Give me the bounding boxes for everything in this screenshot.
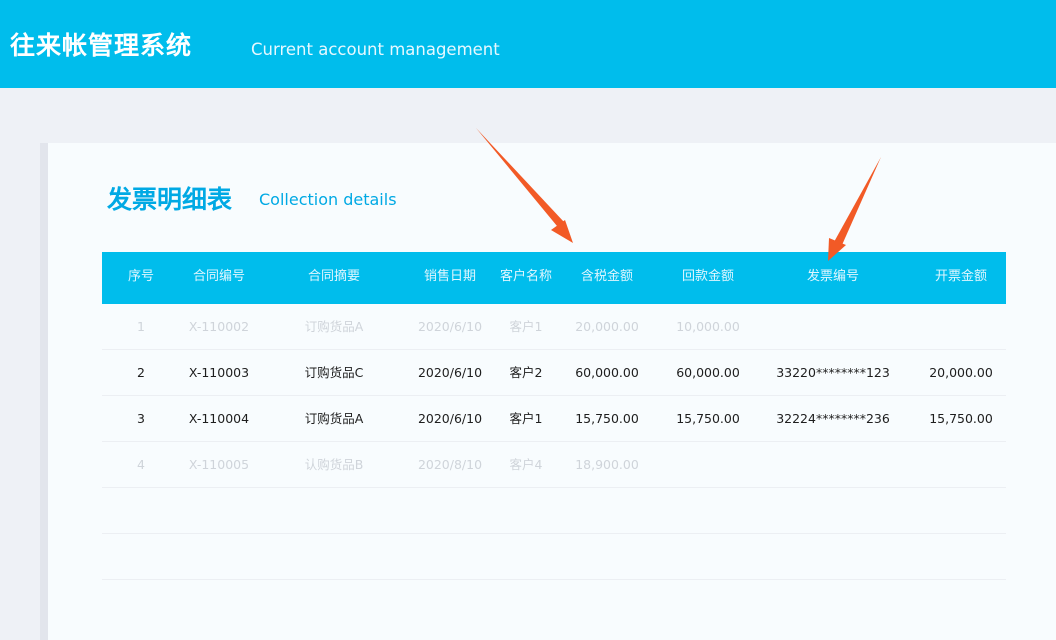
table-cell: X-110003 [188,365,250,380]
table-cell: X-110002 [188,319,250,334]
table-cell: X-110005 [188,457,250,472]
column-header-invoice-no[interactable]: 发票编号 [768,252,898,304]
table-cell: 2 [137,365,145,380]
app-subtitle: Current account management [251,40,500,59]
table-cell: 18,900.00 [575,457,639,472]
table-cell: 32224********236 [776,411,890,426]
column-header-customer[interactable]: 客户名称 [492,252,560,304]
invoice-detail-table: 序号 合同编号 合同摘要 销售日期 客户名称 含税金额 回款金额 发票编号 开票… [102,252,1006,580]
table-row[interactable]: 3 X-110004 订购货品A 2020/6/10 客户1 15,750.00… [102,396,1006,442]
table-cell: 客户1 [509,319,543,334]
table-cell: 15,750.00 [676,411,740,426]
table-cell [666,442,750,488]
table-cell: 3 [137,411,145,426]
table-cell: 33220********123 [776,365,890,380]
table-cell: 2020/6/10 [417,365,483,380]
table-cell: 1 [137,319,145,334]
table-cell [918,442,1004,488]
table-cell: 60,000.00 [575,365,639,380]
column-header-payment-amount[interactable]: 回款金额 [666,252,750,304]
table-cell: 15,750.00 [929,411,993,426]
table-header: 序号 合同编号 合同摘要 销售日期 客户名称 含税金额 回款金额 发票编号 开票… [102,252,1006,304]
column-header-sale-date[interactable]: 销售日期 [408,252,492,304]
column-header-tax-amount[interactable]: 含税金额 [568,252,646,304]
app-title: 往来帐管理系统 [10,31,193,60]
table-row-empty [102,488,1006,534]
table-cell: 认购货品B [304,457,364,472]
table-cell: 4 [137,457,145,472]
left-panel-edge [40,143,48,640]
table-cell: 15,750.00 [575,411,639,426]
table-cell: 10,000.00 [676,319,740,334]
column-header-index[interactable]: 序号 [102,252,180,304]
table-row[interactable]: 2 X-110003 订购货品C 2020/6/10 客户2 60,000.00… [102,350,1006,396]
table-cell: 60,000.00 [676,365,740,380]
table-cell [768,442,898,488]
table-row-empty [102,534,1006,580]
table-row[interactable]: 1 X-110002 订购货品A 2020/6/10 客户1 20,000.00… [102,304,1006,350]
table-cell: 2020/6/10 [417,411,483,426]
table-cell: 2020/8/10 [417,457,483,472]
table-cell: 客户1 [509,411,543,426]
column-header-invoice-amount[interactable]: 开票金额 [918,252,1004,304]
table-cell: 客户2 [509,365,543,380]
table-cell: 20,000.00 [575,319,639,334]
table-cell: 客户4 [509,457,543,472]
table-cell [768,304,898,350]
app-header: 往来帐管理系统 Current account management [0,0,1056,88]
table-cell [918,304,1004,350]
column-header-contract-no[interactable]: 合同编号 [180,252,258,304]
table-row[interactable]: 4 X-110005 认购货品B 2020/8/10 客户4 18,900.00 [102,442,1006,488]
table-cell: 订购货品A [304,411,364,426]
page-subtitle: Collection details [259,190,397,209]
page-title: 发票明细表 [107,185,233,214]
column-header-contract-summary[interactable]: 合同摘要 [270,252,398,304]
table-cell: 订购货品A [304,319,364,334]
table-cell: 2020/6/10 [417,319,483,334]
table-cell: X-110004 [188,411,250,426]
table-cell: 订购货品C [304,365,364,380]
table-cell: 20,000.00 [929,365,993,380]
